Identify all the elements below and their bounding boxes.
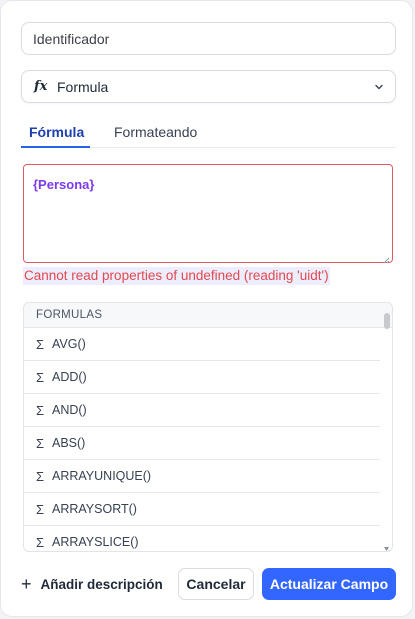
field-name-value: Identificador <box>33 30 110 47</box>
formula-item-and[interactable]: Σ AND() <box>24 394 380 427</box>
field-type-label: Formula <box>57 78 109 95</box>
sigma-icon: Σ <box>36 468 45 484</box>
field-type-select[interactable]: fx Formula <box>21 70 396 103</box>
formula-tabs: Fórmula Formateando <box>21 121 396 148</box>
formula-item-arraysort[interactable]: Σ ARRAYSORT() <box>24 493 380 526</box>
formula-item-label: ARRAYSLICE() <box>52 535 139 549</box>
error-message: Cannot read properties of undefined (rea… <box>23 267 330 285</box>
formula-item-label: ARRAYSORT() <box>52 502 137 516</box>
add-description-label: Añadir descripción <box>40 576 163 592</box>
formula-item-avg[interactable]: Σ AVG() <box>24 328 380 361</box>
formula-list: FORMULAS Σ AVG() Σ ADD() Σ AND() Σ ABS()… <box>23 302 393 552</box>
sigma-icon: Σ <box>36 435 45 451</box>
tab-formatting[interactable]: Formateando <box>114 121 197 148</box>
formula-item-abs[interactable]: Σ ABS() <box>24 427 380 460</box>
formula-editor-value: {Persona} <box>33 177 95 192</box>
formula-item-label: ABS() <box>52 436 86 450</box>
add-description-button[interactable]: + Añadir descripción <box>21 568 163 600</box>
scrollbar-thumb[interactable] <box>384 313 390 329</box>
field-name-input[interactable]: Identificador <box>21 22 396 55</box>
resize-grip-icon[interactable] <box>384 543 391 551</box>
formula-item-arrayunique[interactable]: Σ ARRAYUNIQUE() <box>24 460 380 493</box>
update-field-button[interactable]: Actualizar Campo <box>262 568 396 600</box>
sigma-icon: Σ <box>36 336 45 352</box>
chevron-down-icon <box>373 81 385 93</box>
plus-icon: + <box>21 573 32 594</box>
formula-editor[interactable]: {Persona} <box>23 164 393 264</box>
formula-item-label: AVG() <box>52 337 86 351</box>
sigma-icon: Σ <box>36 501 45 517</box>
resize-grip-icon[interactable] <box>382 252 390 264</box>
footer-actions: + Añadir descripción Cancelar Actualizar… <box>21 568 396 600</box>
formula-list-header: FORMULAS <box>24 303 392 328</box>
scroll-up-arrow-icon[interactable] <box>383 305 390 317</box>
formula-item-label: ARRAYUNIQUE() <box>52 469 152 483</box>
cancel-button[interactable]: Cancelar <box>178 568 254 600</box>
formula-item-label: AND() <box>52 403 87 417</box>
edit-field-panel: Identificador fx Formula Fórmula Formate… <box>0 0 413 617</box>
formula-item-label: ADD() <box>52 370 87 384</box>
fx-icon: fx <box>34 79 48 94</box>
sigma-icon: Σ <box>36 369 45 385</box>
sigma-icon: Σ <box>36 534 45 550</box>
formula-item-arrayslice[interactable]: Σ ARRAYSLICE() <box>24 526 380 551</box>
sigma-icon: Σ <box>36 402 45 418</box>
formula-item-add[interactable]: Σ ADD() <box>24 361 380 394</box>
tab-formula[interactable]: Fórmula <box>21 121 90 148</box>
